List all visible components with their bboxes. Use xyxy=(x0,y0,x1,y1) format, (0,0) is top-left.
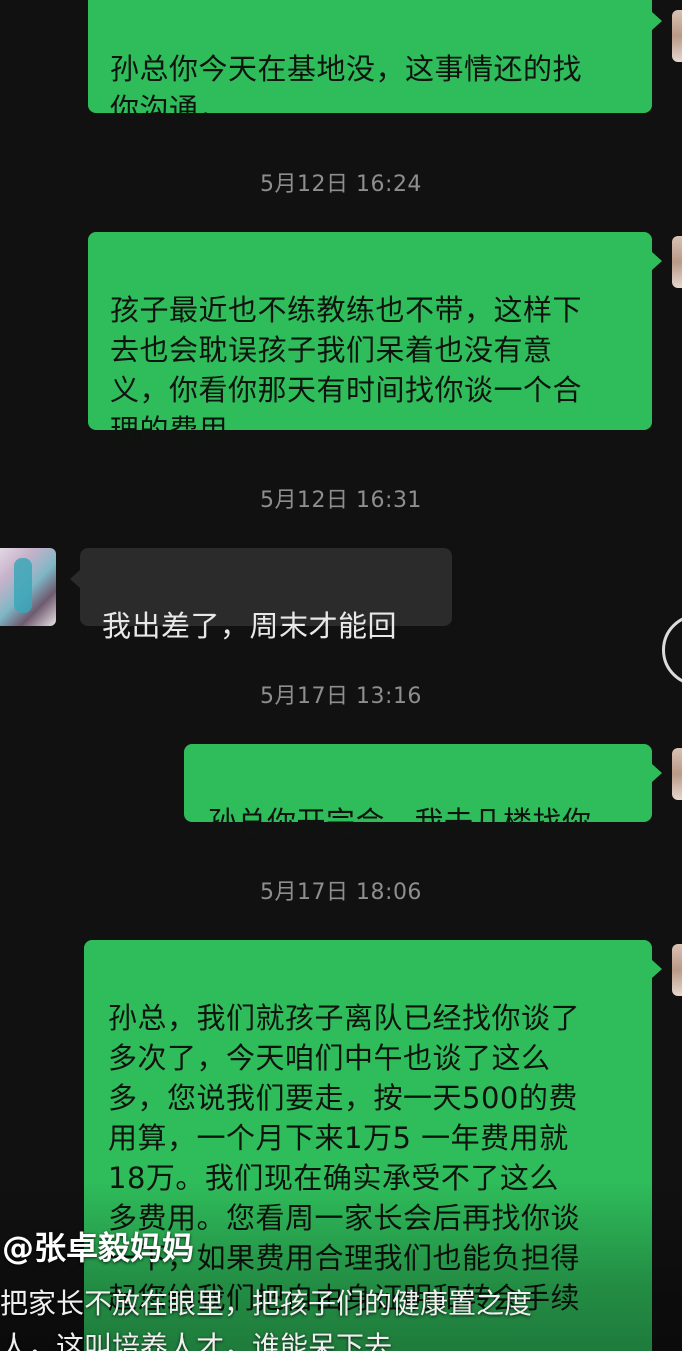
timestamp: 5月17日 18:06 xyxy=(260,880,422,905)
message-text: 孙总你开完会，我去几楼找你 xyxy=(208,805,592,839)
caption-line-2: 人，这叫培养人才，谁能呆下去 xyxy=(0,1330,393,1351)
timestamp: 5月12日 16:24 xyxy=(260,172,422,197)
chat-screen: 孙总你今天在基地没，这事情还的找 你沟通， 5月12日 16:24 孩子最近也不… xyxy=(0,0,682,1351)
message-text: 孩子最近也不练教练也不带，这样下 去也会耽误孩子我们呆着也没有意 义，你看你那天… xyxy=(110,293,583,447)
user-avatar[interactable] xyxy=(672,944,682,996)
message-bubble-received[interactable]: 我出差了，周末才能回 xyxy=(70,548,452,643)
contact-avatar[interactable] xyxy=(0,548,56,626)
author-handle[interactable]: @张卓毅妈妈 xyxy=(2,1226,194,1270)
user-avatar[interactable] xyxy=(672,748,682,800)
timestamp: 5月17日 13:16 xyxy=(260,684,422,709)
message-bubble-sent[interactable]: 孙总你今天在基地没，这事情还的找 你沟通， xyxy=(88,0,662,126)
user-avatar[interactable] xyxy=(672,10,682,62)
circle-control-icon[interactable] xyxy=(662,614,682,686)
avatar-figure xyxy=(14,558,32,613)
message-bubble-sent[interactable]: 孩子最近也不练教练也不带，这样下 去也会耽误孩子我们呆着也没有意 义，你看你那天… xyxy=(88,232,662,447)
timestamp: 5月12日 16:31 xyxy=(260,488,422,513)
caption-line-1: 把家长不放在眼里，把孩子们的健康置之度 xyxy=(0,1287,533,1320)
message-bubble-sent[interactable]: 孙总你开完会，我去几楼找你 xyxy=(184,744,662,839)
message-text: 孙总你今天在基地没，这事情还的找 你沟通， xyxy=(110,52,583,126)
user-avatar[interactable] xyxy=(672,236,682,288)
message-text: 我出差了，周末才能回 xyxy=(102,609,398,643)
